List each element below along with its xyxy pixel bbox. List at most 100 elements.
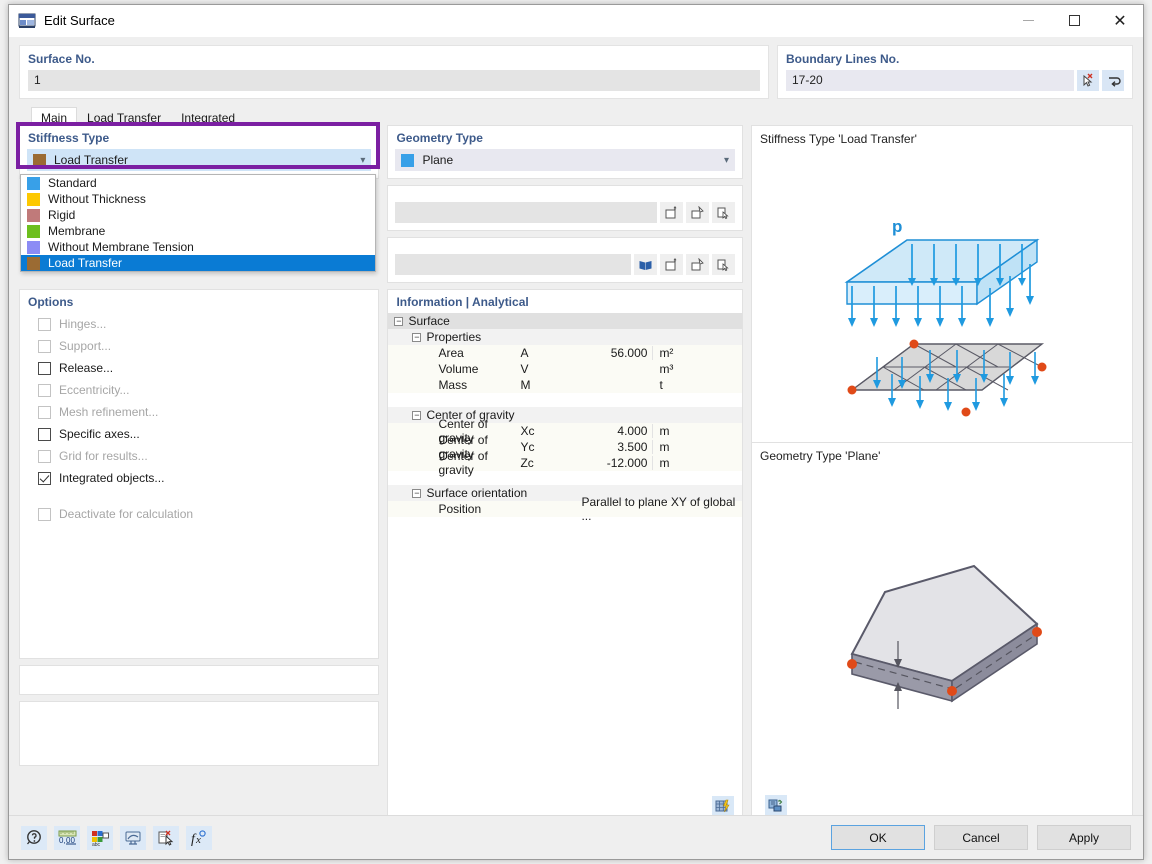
stiffness-type-panel: Stiffness Type Load Transfer ▾ Standard — [16, 122, 380, 272]
option-hinges[interactable]: Hinges... — [20, 313, 378, 335]
new-icon[interactable] — [660, 202, 683, 223]
tree-row-mass: Mass M t — [388, 377, 742, 393]
left-column: Stiffness Type Load Transfer ▾ Standard — [16, 122, 380, 815]
geometry-type-panel: Geometry Type Plane ▾ — [387, 125, 743, 179]
minimize-icon[interactable] — [1005, 5, 1051, 37]
display-properties-icon[interactable]: abc — [87, 825, 113, 850]
option-release[interactable]: Release... — [20, 357, 378, 379]
checkbox-grid-for-results[interactable] — [38, 449, 51, 463]
stiffness-type-combo[interactable]: Load Transfer ▾ — [27, 149, 372, 171]
dialog-footer: 0, 00 abc fx OK Cancel Apply — [9, 815, 1143, 859]
tree-row-properties[interactable]: − Properties — [388, 329, 742, 345]
dropdown-label: Standard — [48, 176, 97, 190]
boundary-lines-input[interactable]: 17-20 — [786, 70, 1074, 91]
collapse-icon[interactable]: − — [412, 410, 422, 420]
middle-row-2-input[interactable] — [395, 254, 631, 275]
middle-column: Geometry Type Plane ▾ Information | Anal… — [387, 125, 743, 815]
dropdown-item-rigid[interactable]: Rigid — [21, 207, 375, 223]
option-specific-axes[interactable]: Specific axes... — [20, 423, 378, 445]
option-deactivate-for-calculation[interactable]: Deactivate for calculation — [20, 503, 378, 525]
swatch-standard — [27, 176, 40, 190]
tree-label: Center of gravity — [438, 449, 488, 477]
dropdown-item-without-membrane-tension[interactable]: Without Membrane Tension — [21, 239, 375, 255]
dropdown-item-load-transfer[interactable]: Load Transfer — [21, 255, 375, 271]
table-settings-icon[interactable] — [712, 796, 734, 815]
tree-unit: t — [659, 378, 663, 392]
boundary-lines-card: Boundary Lines No. 17-20 — [777, 45, 1133, 99]
checkbox-support[interactable] — [38, 339, 51, 353]
checkbox-release[interactable] — [38, 361, 51, 375]
left-empty-panel-2 — [19, 701, 380, 766]
dialog-body: Surface No. 1 Boundary Lines No. 17-20 M… — [9, 37, 1143, 815]
stiffness-preview-title: Stiffness Type 'Load Transfer' — [760, 132, 917, 146]
visual-icon[interactable] — [120, 825, 146, 850]
tab-load-transfer[interactable]: Load Transfer — [77, 107, 171, 125]
window-title: Edit Surface — [44, 13, 115, 28]
units-icon[interactable]: 0, 00 — [54, 825, 80, 850]
edit-icon[interactable] — [686, 202, 709, 223]
pick-lines-icon[interactable] — [1076, 70, 1099, 91]
option-label: Specific axes... — [59, 427, 140, 441]
ok-button[interactable]: OK — [831, 825, 925, 850]
information-tree: − Surface − Properties Area A 56.000 m² — [388, 313, 742, 523]
tree-symbol: Yc — [520, 440, 535, 454]
checkbox-mesh-refinement[interactable] — [38, 405, 51, 419]
checkbox-deactivate-for-calculation[interactable] — [38, 507, 51, 521]
formula-icon[interactable]: fx — [186, 825, 212, 850]
tree-value: 3.500 — [575, 440, 654, 454]
tree-label: Position — [438, 502, 482, 516]
svg-text:p: p — [892, 217, 902, 236]
chevron-down-icon: ▾ — [360, 154, 366, 166]
checkbox-eccentricity[interactable] — [38, 383, 51, 397]
tab-integrated[interactable]: Integrated — [171, 107, 245, 125]
dropdown-item-standard[interactable]: Standard — [21, 175, 375, 191]
geometry-type-combo[interactable]: Plane ▾ — [395, 149, 735, 171]
cancel-button[interactable]: Cancel — [934, 825, 1028, 850]
collapse-icon[interactable]: − — [394, 316, 404, 326]
middle-row-2 — [387, 237, 743, 283]
geometry-color-swatch — [401, 153, 415, 167]
help-icon[interactable] — [21, 825, 47, 850]
dropdown-label: Rigid — [48, 208, 76, 222]
option-label: Support... — [59, 339, 112, 353]
tree-row-volume: Volume V m³ — [388, 361, 742, 377]
option-eccentricity[interactable]: Eccentricity... — [20, 379, 378, 401]
checkbox-hinges[interactable] — [38, 317, 51, 331]
plane-geometry-diagram — [752, 469, 1132, 769]
close-icon[interactable]: ✕ — [1097, 5, 1143, 37]
dropdown-item-membrane[interactable]: Membrane — [21, 223, 375, 239]
tree-value: -12.000 — [575, 456, 654, 470]
stiffness-type-value: Load Transfer — [54, 153, 129, 167]
tab-bar: Main Load Transfer Integrated — [9, 99, 1143, 125]
new-icon[interactable] — [660, 254, 683, 275]
option-integrated-objects[interactable]: Integrated objects... — [20, 467, 378, 489]
reverse-icon[interactable] — [1102, 70, 1125, 91]
tab-main[interactable]: Main — [31, 107, 78, 125]
stiffness-type-dropdown[interactable]: Standard Without Thickness Rigid Membran… — [20, 174, 376, 272]
dropdown-item-without-thickness[interactable]: Without Thickness — [21, 191, 375, 207]
checkbox-specific-axes[interactable] — [38, 427, 51, 441]
maximize-icon[interactable] — [1051, 5, 1097, 37]
collapse-icon[interactable]: − — [412, 488, 422, 498]
option-support[interactable]: Support... — [20, 335, 378, 357]
edit-icon[interactable] — [686, 254, 709, 275]
pick-icon[interactable] — [712, 202, 735, 223]
library-icon[interactable] — [634, 254, 657, 275]
dropdown-label: Membrane — [48, 224, 106, 238]
apply-button[interactable]: Apply — [1037, 825, 1131, 850]
pick-icon[interactable] — [153, 825, 179, 850]
checkbox-integrated-objects[interactable] — [38, 471, 51, 485]
preview-footer — [762, 795, 787, 815]
options-spacer — [20, 489, 378, 503]
surface-no-input[interactable]: 1 — [28, 70, 760, 91]
option-mesh-refinement[interactable]: Mesh refinement... — [20, 401, 378, 423]
tree-label: Surface orientation — [426, 486, 528, 500]
swatch-without-thickness — [27, 192, 40, 206]
render-settings-icon[interactable] — [765, 795, 787, 815]
option-grid-for-results[interactable]: Grid for results... — [20, 445, 378, 467]
collapse-icon[interactable]: − — [412, 332, 422, 342]
tree-row-surface[interactable]: − Surface — [388, 313, 742, 329]
middle-row-1-input[interactable] — [395, 202, 657, 223]
pick-icon[interactable] — [712, 254, 735, 275]
stiffness-color-swatch — [33, 153, 46, 167]
